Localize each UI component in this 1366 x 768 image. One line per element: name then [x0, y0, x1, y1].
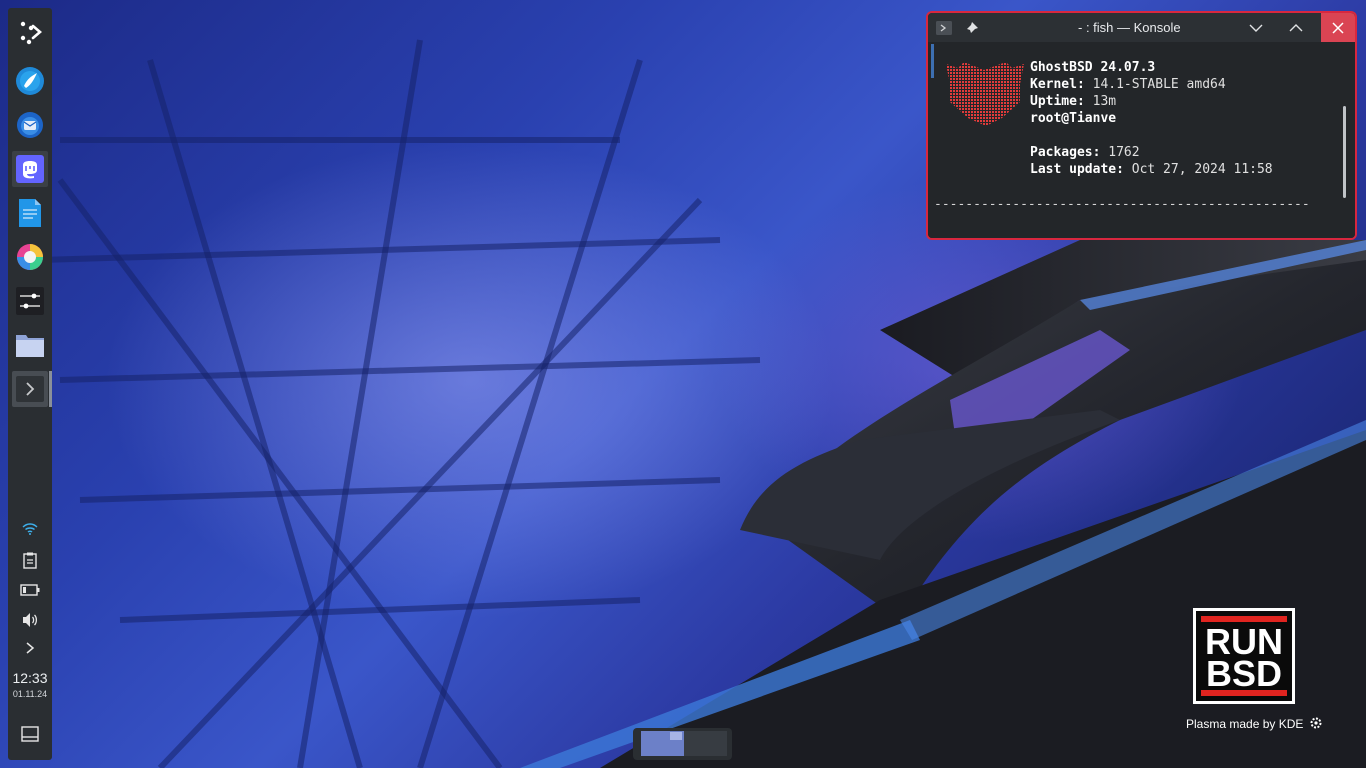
text-editor-launcher[interactable]	[12, 195, 48, 231]
window-title: - : fish — Konsole	[1078, 20, 1181, 35]
uptime-line: Uptime: 13m	[1030, 94, 1117, 109]
clock-time[interactable]: 12:33	[8, 670, 52, 686]
file-manager-launcher[interactable]	[12, 327, 48, 363]
desktop-1[interactable]	[641, 731, 684, 756]
pin-button[interactable]	[958, 13, 986, 42]
clipboard-icon[interactable]	[20, 550, 40, 570]
kernel-line: Kernel: 14.1-STABLE amd64	[1030, 77, 1226, 92]
task-panel: 12:33 01.11.24	[8, 8, 52, 760]
browser-launcher[interactable]	[12, 63, 48, 99]
mastodon-icon	[16, 155, 44, 183]
thunderbird-icon	[17, 112, 43, 138]
user-host-line: root@Tianve	[1030, 111, 1117, 126]
chevron-down-icon	[1249, 24, 1263, 32]
clock-date[interactable]: 01.11.24	[8, 689, 52, 699]
folder-icon	[16, 335, 44, 357]
settings-launcher[interactable]	[12, 283, 48, 319]
chevron-up-icon	[1289, 23, 1303, 31]
color-picker-launcher[interactable]	[12, 239, 48, 275]
expand-tray-icon[interactable]	[20, 638, 40, 658]
ghostbsd-ascii-logo	[946, 62, 1024, 126]
desktop-2[interactable]	[684, 731, 727, 756]
virtual-desktop-pager	[633, 728, 732, 760]
svg-text:BSD: BSD	[1206, 653, 1282, 694]
terminal-scrollbar[interactable]	[1343, 106, 1346, 198]
pin-icon	[966, 21, 978, 34]
sliders-icon	[16, 287, 44, 315]
konsole-window[interactable]: - : fish — Konsole GhostBSD 24.07.3 Kern…	[926, 11, 1357, 240]
close-button[interactable]	[1321, 13, 1355, 42]
last-update-line: Last update: Oct 27, 2024 11:58	[1030, 162, 1273, 177]
kde-credit-text: Plasma made by KDE	[1186, 717, 1304, 731]
desktop[interactable]: 12:33 01.11.24 - : fish — Konsole GhostB…	[0, 0, 1366, 768]
separator-line: ----------------------------------------…	[934, 197, 1310, 212]
terminal-icon	[16, 376, 44, 402]
minimize-button[interactable]	[1242, 13, 1270, 42]
browser-icon	[16, 67, 44, 95]
color-wheel-icon	[17, 244, 43, 270]
volume-icon[interactable]	[20, 610, 40, 630]
show-desktop-icon[interactable]	[20, 724, 40, 744]
wifi-icon[interactable]	[20, 519, 40, 539]
packages-line: Packages: 1762	[1030, 145, 1140, 160]
launcher-icon	[20, 21, 42, 45]
terminal-icon	[936, 20, 952, 35]
app-launcher-button[interactable]	[12, 14, 48, 50]
kde-gear-icon	[1310, 717, 1322, 729]
window-titlebar[interactable]: - : fish — Konsole	[928, 13, 1355, 42]
thunderbird-launcher[interactable]	[12, 106, 48, 142]
prompt-marker	[931, 44, 934, 78]
mastodon-launcher[interactable]	[12, 151, 48, 187]
runbsd-logo: RUN BSD	[1193, 608, 1295, 704]
terminal-view[interactable]: GhostBSD 24.07.3 Kernel: 14.1-STABLE amd…	[928, 42, 1355, 238]
window-menu-button[interactable]	[930, 13, 958, 42]
kde-credit: Plasma made by KDE	[1186, 716, 1323, 731]
document-icon	[19, 199, 41, 227]
maximize-button[interactable]	[1282, 13, 1310, 42]
desktop-1-window-preview	[670, 732, 682, 740]
battery-icon[interactable]	[20, 580, 40, 600]
close-icon	[1332, 21, 1344, 34]
os-line: GhostBSD 24.07.3	[1030, 60, 1156, 75]
konsole-task-button[interactable]	[12, 371, 52, 407]
